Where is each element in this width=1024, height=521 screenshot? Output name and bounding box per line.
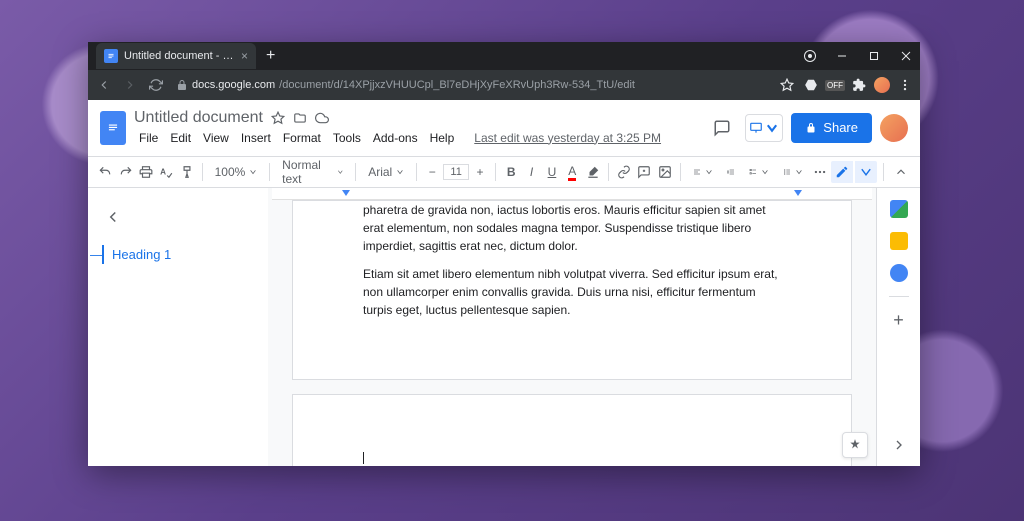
outline-panel: Heading 1 [88, 188, 268, 466]
move-folder-icon[interactable] [293, 111, 307, 125]
window-controls [804, 42, 920, 70]
editing-mode-icon[interactable] [831, 161, 853, 183]
docs-header: Untitled document File Edit View Insert … [88, 100, 920, 156]
browser-titlebar: Untitled document - Google Doc × + [88, 42, 920, 70]
browser-window: Untitled document - Google Doc × + docs.… [88, 42, 920, 466]
share-button[interactable]: Share [791, 113, 872, 143]
bulleted-list-dropdown[interactable] [777, 161, 809, 183]
page-1[interactable]: pharetra de gravida non, iactus lobortis… [292, 200, 852, 380]
account-avatar[interactable] [880, 114, 908, 142]
insert-link-icon[interactable] [615, 161, 633, 183]
keep-app-icon[interactable] [890, 232, 908, 250]
add-addon-icon[interactable]: + [890, 311, 908, 329]
font-size-input[interactable]: 11 [443, 164, 468, 180]
paragraph-1[interactable]: pharetra de gravida non, iactus lobortis… [363, 201, 781, 255]
style-dropdown[interactable]: Normal text [276, 161, 349, 183]
url-domain: docs.google.com [192, 79, 275, 91]
menu-view[interactable]: View [198, 129, 234, 147]
insert-image-icon[interactable] [655, 161, 673, 183]
outline-heading-1[interactable]: Heading 1 [102, 245, 252, 264]
maximize-button[interactable] [860, 42, 888, 70]
collapse-toolbar-icon[interactable] [890, 161, 912, 183]
side-panel-collapse-icon[interactable] [891, 437, 907, 458]
tab-close-icon[interactable]: × [241, 49, 248, 63]
ruler-indent-left[interactable] [342, 190, 350, 196]
back-button[interactable] [94, 75, 114, 95]
insert-comment-icon[interactable] [635, 161, 653, 183]
menu-edit[interactable]: Edit [165, 129, 196, 147]
last-edit-link[interactable]: Last edit was yesterday at 3:25 PM [469, 129, 666, 147]
outline-back-icon[interactable] [104, 208, 252, 229]
docs-favicon [104, 49, 118, 63]
more-toolbar-icon[interactable] [811, 161, 829, 183]
bold-icon[interactable]: B [502, 161, 520, 183]
share-label: Share [823, 120, 858, 135]
new-tab-button[interactable]: + [266, 47, 275, 65]
paragraph-2[interactable]: Etiam sit amet libero elementum nibh vol… [363, 265, 781, 319]
zoom-dropdown[interactable]: 100% [209, 161, 264, 183]
align-dropdown[interactable] [687, 161, 719, 183]
menu-tools[interactable]: Tools [328, 129, 366, 147]
underline-icon[interactable]: U [543, 161, 561, 183]
menu-insert[interactable]: Insert [236, 129, 276, 147]
svg-text:A: A [160, 167, 166, 176]
present-button[interactable] [745, 114, 783, 142]
account-indicator-icon[interactable] [804, 50, 816, 62]
minimize-button[interactable] [828, 42, 856, 70]
menu-format[interactable]: Format [278, 129, 326, 147]
address-bar: docs.google.com/document/d/14XPjjxzVHUUC… [88, 70, 920, 100]
print-icon[interactable] [137, 161, 155, 183]
bookmark-star-icon[interactable] [778, 76, 796, 94]
close-button[interactable] [892, 42, 920, 70]
browser-menu-icon[interactable] [896, 76, 914, 94]
menu-file[interactable]: File [134, 129, 163, 147]
menu-help[interactable]: Help [425, 129, 460, 147]
font-size-increase[interactable]: + [471, 161, 489, 183]
star-icon[interactable] [271, 111, 285, 125]
browser-tab[interactable]: Untitled document - Google Doc × [96, 43, 256, 69]
lock-icon [176, 79, 188, 91]
paint-format-icon[interactable] [177, 161, 195, 183]
forward-button[interactable] [120, 75, 140, 95]
tab-title: Untitled document - Google Doc [124, 50, 235, 62]
formatting-toolbar: A 100% Normal text Arial − 11 + B I U A [88, 156, 920, 188]
document-title[interactable]: Untitled document [134, 109, 263, 127]
font-size-decrease[interactable]: − [423, 161, 441, 183]
comments-history-icon[interactable] [707, 113, 737, 143]
highlight-icon[interactable] [583, 161, 601, 183]
undo-icon[interactable] [96, 161, 114, 183]
document-canvas[interactable]: pharetra de gravida non, iactus lobortis… [268, 188, 876, 466]
extension-icon-2[interactable]: OFF [826, 76, 844, 94]
lock-icon [805, 122, 817, 134]
side-panel: + [876, 188, 920, 466]
text-cursor [363, 452, 364, 464]
reload-button[interactable] [146, 75, 166, 95]
extensions-puzzle-icon[interactable] [850, 76, 868, 94]
page-2[interactable] [292, 394, 852, 466]
content-area: Heading 1 pharetra de gravida non, iactu… [88, 188, 920, 466]
editing-mode-dropdown[interactable] [855, 161, 877, 183]
font-dropdown[interactable]: Arial [362, 161, 410, 183]
profile-avatar-small[interactable] [874, 77, 890, 93]
redo-icon[interactable] [116, 161, 134, 183]
tasks-app-icon[interactable] [890, 264, 908, 282]
ruler-indent-right[interactable] [794, 190, 802, 196]
italic-icon[interactable]: I [522, 161, 540, 183]
menu-bar: File Edit View Insert Format Tools Add-o… [134, 129, 699, 147]
explore-button[interactable] [842, 432, 868, 458]
calendar-app-icon[interactable] [890, 200, 908, 218]
horizontal-ruler[interactable] [272, 188, 872, 200]
cloud-status-icon[interactable] [315, 111, 329, 125]
line-spacing-dropdown[interactable] [721, 161, 741, 183]
checklist-dropdown[interactable] [743, 161, 775, 183]
url-path: /document/d/14XPjjxzVHUUCpl_Bl7eDHjXyFeX… [279, 79, 635, 91]
text-color-icon[interactable]: A [563, 161, 581, 183]
menu-addons[interactable]: Add-ons [368, 129, 423, 147]
spellcheck-icon[interactable]: A [157, 161, 175, 183]
extension-icon-1[interactable] [802, 76, 820, 94]
url-field[interactable]: docs.google.com/document/d/14XPjjxzVHUUC… [172, 79, 772, 91]
docs-logo-icon[interactable] [100, 111, 126, 145]
